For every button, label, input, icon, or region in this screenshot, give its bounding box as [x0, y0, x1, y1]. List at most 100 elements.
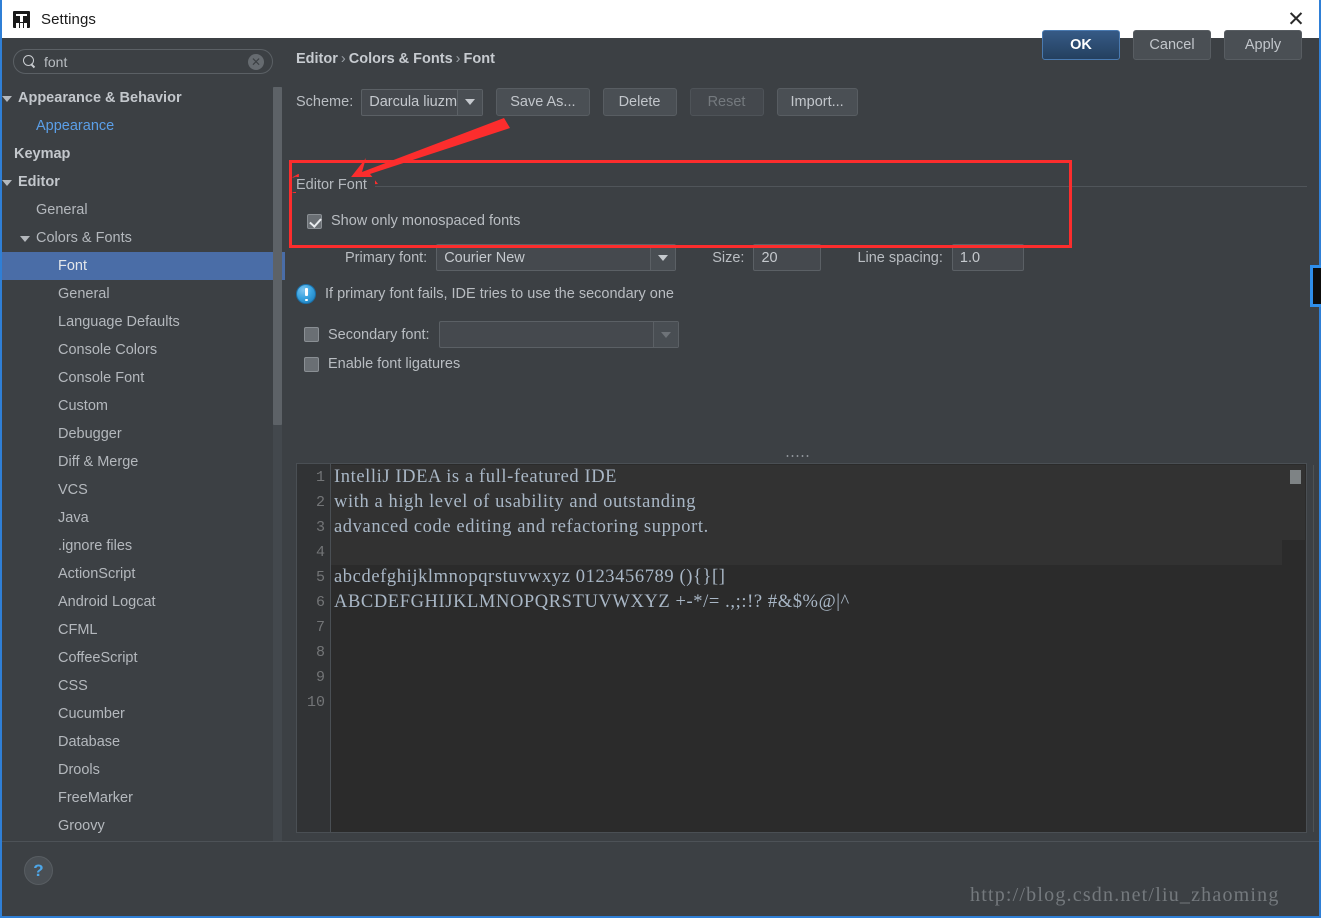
clear-circle-icon[interactable]: ✕	[248, 53, 264, 70]
sidebar-item-appearance-behavior[interactable]: Appearance & Behavior	[2, 84, 285, 112]
sidebar-item-label: Console Font	[58, 370, 145, 386]
sidebar-item-label: Appearance & Behavior	[18, 90, 182, 106]
breadcrumb-part-font[interactable]: Font	[464, 51, 495, 67]
sidebar-item-ignore-files[interactable]: .ignore files	[2, 532, 285, 560]
sidebar-item-label: Font	[58, 258, 88, 274]
sidebar-scrollbar-thumb[interactable]	[273, 87, 282, 425]
sidebar-item-custom[interactable]: Custom	[2, 392, 285, 420]
line-number: 4	[315, 544, 325, 561]
sidebar-item-groovy[interactable]: Groovy	[2, 812, 285, 840]
sidebar-item-colors-fonts[interactable]: Colors & Fonts	[2, 224, 285, 252]
sidebar-item-vcs[interactable]: VCS	[2, 476, 285, 504]
window-title: Settings	[41, 10, 96, 28]
chevron-down-icon[interactable]	[20, 233, 31, 244]
line-number: 1	[315, 469, 325, 486]
sidebar-item-label: Keymap	[14, 146, 71, 162]
sidebar-item-console-colors[interactable]: Console Colors	[2, 336, 285, 364]
sidebar-item-label: CSS	[58, 678, 88, 694]
line-spacing-input[interactable]: 1.0	[951, 244, 1024, 271]
preview-code: IntelliJ IDEA is a full-featured IDE with…	[331, 464, 1306, 832]
sidebar-item-java[interactable]: Java	[2, 504, 285, 532]
breadcrumb: Editor › Colors & Fonts › Font	[296, 51, 495, 67]
title-bar: Settings ✕	[2, 0, 1319, 38]
sidebar-item-label: .ignore files	[58, 538, 133, 554]
chevron-down-icon[interactable]	[650, 245, 676, 270]
font-ligatures-checkbox[interactable]	[304, 356, 319, 372]
primary-font-info-text: If primary font fails, IDE tries to use …	[325, 286, 674, 302]
breadcrumb-separator-2: ›	[455, 51, 461, 67]
sidebar-item-editor[interactable]: Editor	[2, 168, 285, 196]
sidebar-item-label: General	[36, 202, 88, 218]
chevron-down-icon[interactable]	[2, 93, 13, 104]
preview-splitter[interactable]	[296, 449, 1307, 463]
search-icon	[23, 54, 37, 69]
settings-tree[interactable]: Appearance & Behavior Appearance Keymap Edi…	[2, 84, 285, 841]
monospaced-fonts-checkbox-row[interactable]: Show only monospaced fonts	[307, 213, 520, 229]
preview-gutter: 1 2 3 4 5 6 7 8 9 10	[297, 464, 331, 832]
secondary-font-row: Secondary font:	[304, 321, 679, 348]
font-ligatures-checkbox-row[interactable]: Enable font ligatures	[304, 356, 460, 372]
primary-font-label: Primary font:	[345, 249, 428, 266]
delete-button[interactable]: Delete	[602, 88, 677, 116]
chevron-down-icon[interactable]	[2, 177, 13, 188]
sidebar-item-debugger[interactable]: Debugger	[2, 420, 285, 448]
watermark-text: http://blog.csdn.net/liu_zhaoming	[970, 884, 1280, 906]
sidebar-item-general[interactable]: General	[2, 196, 285, 224]
sidebar-item-actionscript[interactable]: ActionScript	[2, 560, 285, 588]
primary-font-dropdown[interactable]: Courier New	[436, 244, 677, 271]
sidebar-item-language-defaults[interactable]: Language Defaults	[2, 308, 285, 336]
sidebar-item-label: Database	[58, 734, 121, 750]
help-question-icon[interactable]: ?	[24, 856, 53, 885]
breadcrumb-part-editor[interactable]: Editor	[296, 51, 338, 67]
sidebar-item-diff-merge[interactable]: Diff & Merge	[2, 448, 285, 476]
settings-dialog: Settings ✕ font ✕ Appearance & Behavior A…	[0, 0, 1321, 918]
sidebar-item-cucumber[interactable]: Cucumber	[2, 700, 285, 728]
preview-scrollbar-thumb[interactable]	[1290, 470, 1301, 484]
sidebar-item-font[interactable]: Font	[2, 252, 285, 280]
sidebar-item-general[interactable]: General	[2, 280, 285, 308]
sidebar-item-console-font[interactable]: Console Font	[2, 364, 285, 392]
sidebar-item-label: Drools	[58, 762, 100, 778]
sidebar-item-label: Android Logcat	[58, 594, 156, 610]
sidebar-item-freemarker[interactable]: FreeMarker	[2, 784, 285, 812]
sidebar-item-keymap[interactable]: Keymap	[2, 140, 285, 168]
info-exclamation-icon	[296, 284, 316, 304]
sidebar-item-database[interactable]: Database	[2, 728, 285, 756]
sidebar-item-css[interactable]: CSS	[2, 672, 285, 700]
search-input[interactable]: font ✕	[13, 49, 273, 74]
primary-font-value: Courier New	[444, 249, 525, 266]
line-number: 2	[315, 494, 325, 511]
size-input[interactable]: 20	[753, 244, 822, 271]
side-notification-flag[interactable]	[1310, 265, 1321, 307]
breadcrumb-separator-1: ›	[340, 51, 346, 67]
sidebar-item-label: Java	[58, 510, 89, 526]
sidebar-item-label: Console Colors	[58, 342, 158, 358]
preview-line: with a high level of usability and outst…	[334, 492, 697, 512]
sidebar-item-label: Debugger	[58, 426, 122, 442]
font-preview-editor[interactable]: 1 2 3 4 5 6 7 8 9 10 IntelliJ IDEA is a full-feat…	[296, 463, 1314, 833]
sidebar-item-label: Editor	[18, 174, 60, 190]
monospaced-fonts-label: Show only monospaced fonts	[331, 213, 521, 229]
line-number: 6	[315, 594, 325, 611]
cancel-button[interactable]: Cancel	[1133, 30, 1211, 60]
sidebar-item-label: CoffeeScript	[58, 650, 138, 666]
sidebar-item-cfml[interactable]: CFML	[2, 616, 285, 644]
import-button[interactable]: Import...	[776, 88, 858, 116]
preview-line: ABCDEFGHIJKLMNOPQRSTUVWXYZ +-*/= .,;:!? …	[334, 592, 850, 612]
drag-grip-icon[interactable]	[785, 454, 809, 458]
sidebar-item-appearance[interactable]: Appearance	[2, 112, 285, 140]
breadcrumb-part-colors-fonts[interactable]: Colors & Fonts	[349, 51, 453, 67]
sidebar-item-android-logcat[interactable]: Android Logcat	[2, 588, 285, 616]
sidebar-item-coffeescript[interactable]: CoffeeScript	[2, 644, 285, 672]
sidebar-item-label: Colors & Fonts	[36, 230, 132, 246]
apply-button[interactable]: Apply	[1224, 30, 1302, 60]
line-number: 10	[306, 694, 325, 711]
monospaced-fonts-checkbox[interactable]	[307, 213, 322, 229]
scheme-label: Scheme:	[296, 94, 354, 110]
line-number: 3	[315, 519, 325, 536]
ok-button[interactable]: OK	[1042, 30, 1120, 60]
secondary-font-checkbox[interactable]	[304, 327, 319, 342]
sidebar-item-drools[interactable]: Drools	[2, 756, 285, 784]
secondary-font-label: Secondary font:	[328, 326, 430, 343]
line-number: 7	[315, 619, 325, 636]
